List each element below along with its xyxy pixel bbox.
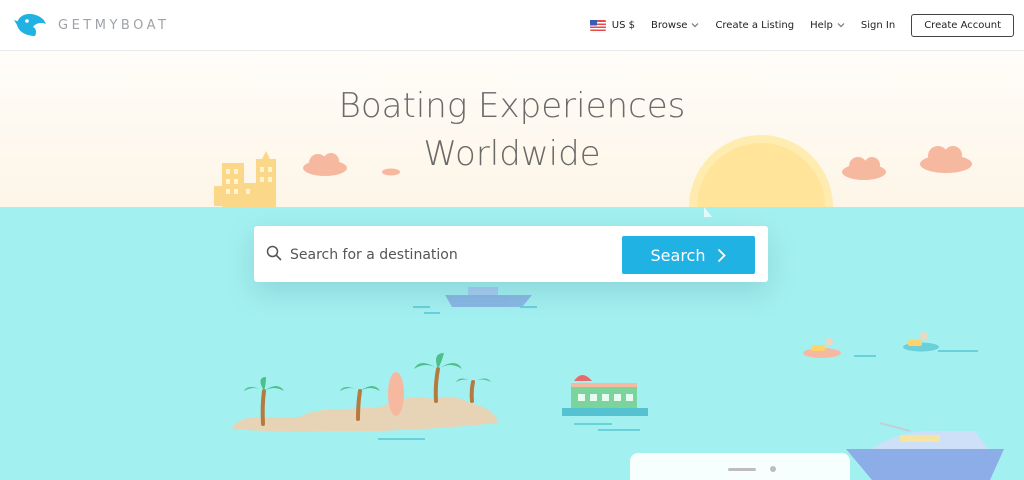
island-illustration xyxy=(232,353,498,432)
nav-browse[interactable]: Browse xyxy=(651,20,699,31)
headline-line-2: Worldwide xyxy=(423,134,601,174)
hero-headline: Boating Experiences Worldwide xyxy=(0,82,1024,178)
jetski-illustration xyxy=(903,332,939,352)
chevron-down-icon xyxy=(837,23,845,28)
nav-sign-in[interactable]: Sign In xyxy=(861,20,895,31)
chevron-down-icon xyxy=(692,23,699,28)
boat-illustration xyxy=(445,287,532,307)
headline-line-1: Boating Experiences xyxy=(338,86,686,126)
top-header: GETMYBOAT US $ Browse Create a Listing H… xyxy=(0,0,1024,51)
create-account-button[interactable]: Create Account xyxy=(911,13,1014,37)
nav-help-label: Help xyxy=(810,19,833,31)
search-input[interactable] xyxy=(288,238,622,272)
jetski-illustration xyxy=(803,338,841,358)
chevron-right-icon xyxy=(718,248,727,262)
nav-create-listing-label: Create a Listing xyxy=(715,19,795,31)
us-flag-icon xyxy=(589,19,606,31)
nav-sign-in-label: Sign In xyxy=(860,19,896,31)
brand-name: GETMYBOAT xyxy=(58,17,170,33)
nav-help[interactable]: Help xyxy=(810,20,845,31)
search-bar: Search xyxy=(254,226,768,282)
nav-browse-label: Browse xyxy=(651,19,688,31)
search-button[interactable]: Search xyxy=(622,236,755,274)
top-nav: US $ Browse Create a Listing Help Sign I… xyxy=(589,0,1024,50)
houseboat-illustration xyxy=(562,375,648,416)
currency-selector[interactable]: US $ xyxy=(589,19,636,31)
logo[interactable]: GETMYBOAT xyxy=(14,12,169,38)
search-button-label: Search xyxy=(650,245,706,265)
logo-icon xyxy=(14,14,46,36)
card-peek xyxy=(630,453,850,480)
currency-label: US $ xyxy=(611,19,636,31)
nav-create-listing[interactable]: Create a Listing xyxy=(715,20,794,31)
search-icon xyxy=(266,245,282,261)
yacht-illustration xyxy=(846,422,1004,480)
